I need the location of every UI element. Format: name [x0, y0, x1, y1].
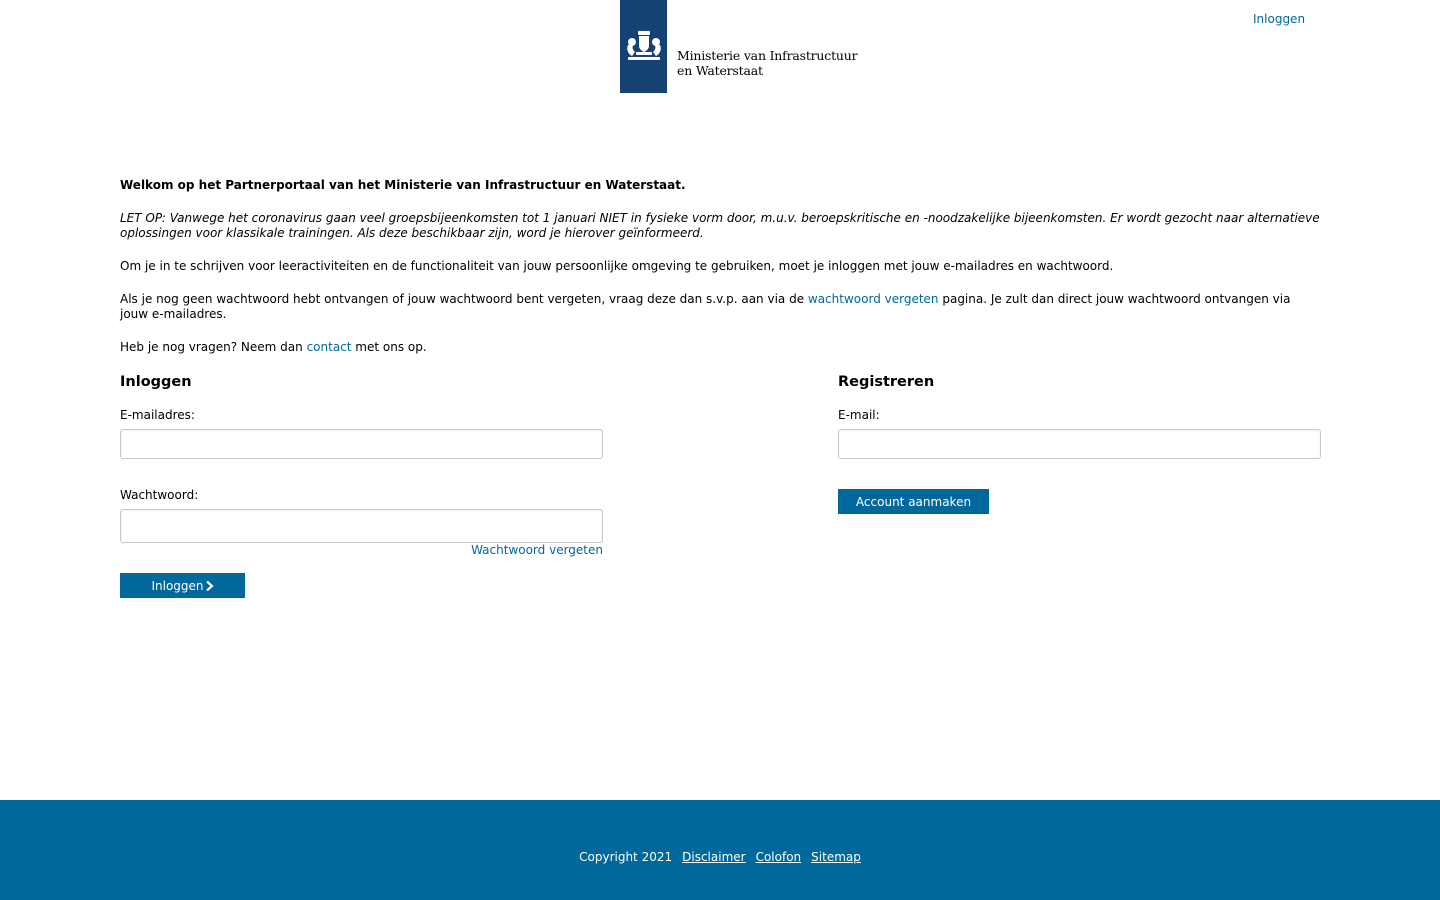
- email-label: E-mailadres:: [120, 408, 195, 422]
- intro-section: Welkom op het Partnerportaal van het Min…: [120, 178, 1320, 373]
- welcome-text: Welkom op het Partnerportaal van het Min…: [120, 178, 686, 192]
- instructions-text: Om je in te schrijven voor leeractivitei…: [120, 259, 1114, 273]
- contact-link[interactable]: contact: [307, 340, 352, 354]
- login-password-input[interactable]: [120, 509, 603, 543]
- login-panel: Inloggen E-mailadres: Wachtwoord: Wachtw…: [120, 374, 603, 604]
- header-login-link[interactable]: Inloggen: [1253, 12, 1305, 26]
- logo-line-2: en Waterstaat: [677, 63, 763, 78]
- forgot-password-link[interactable]: Wachtwoord vergeten: [471, 543, 603, 557]
- register-email-input[interactable]: [838, 429, 1321, 459]
- corona-notice: LET OP: Vanwege het coronavirus gaan vee…: [120, 211, 1320, 240]
- ministry-logo[interactable]: Ministerie van Infrastructuur en Waterst…: [620, 0, 860, 93]
- chevron-right-icon: [205, 580, 214, 591]
- footer-copyright: Copyright 2021: [579, 850, 673, 864]
- footer-link-disclaimer[interactable]: Disclaimer: [682, 850, 745, 864]
- login-email-input[interactable]: [120, 429, 603, 459]
- password-info: Als je nog geen wachtwoord hebt ontvange…: [120, 292, 1320, 322]
- logo-line-1: Ministerie van Infrastructuur: [677, 48, 858, 63]
- page-header: Ministerie van Infrastructuur en Waterst…: [0, 0, 1440, 100]
- create-account-button[interactable]: Account aanmaken: [838, 489, 989, 514]
- logo-band: [620, 0, 667, 93]
- password-info-before: Als je nog geen wachtwoord hebt ontvange…: [120, 292, 808, 306]
- questions-before: Heb je nog vragen? Neem dan: [120, 340, 307, 354]
- password-label: Wachtwoord:: [120, 488, 199, 502]
- register-title: Registreren: [838, 374, 935, 390]
- questions-text: Heb je nog vragen? Neem dan contact met …: [120, 340, 1320, 355]
- footer-link-sitemap[interactable]: Sitemap: [811, 850, 861, 864]
- logo-wordmark: Ministerie van Infrastructuur en Waterst…: [677, 48, 858, 93]
- register-panel: Registreren E-mail: Account aanmaken: [838, 374, 1321, 524]
- questions-after: met ons op.: [351, 340, 427, 354]
- forgot-password-inline-link[interactable]: wachtwoord vergeten: [808, 292, 939, 306]
- login-title: Inloggen: [120, 374, 192, 390]
- login-button-label: Inloggen: [151, 578, 204, 593]
- login-button[interactable]: Inloggen: [120, 573, 245, 598]
- coat-of-arms-icon: [626, 30, 661, 60]
- footer-links: Copyright 2021 Disclaimer Colofon Sitema…: [0, 850, 1440, 864]
- register-email-label: E-mail:: [838, 408, 880, 422]
- footer-link-colofon[interactable]: Colofon: [756, 850, 802, 864]
- page-footer: Copyright 2021 Disclaimer Colofon Sitema…: [0, 800, 1440, 900]
